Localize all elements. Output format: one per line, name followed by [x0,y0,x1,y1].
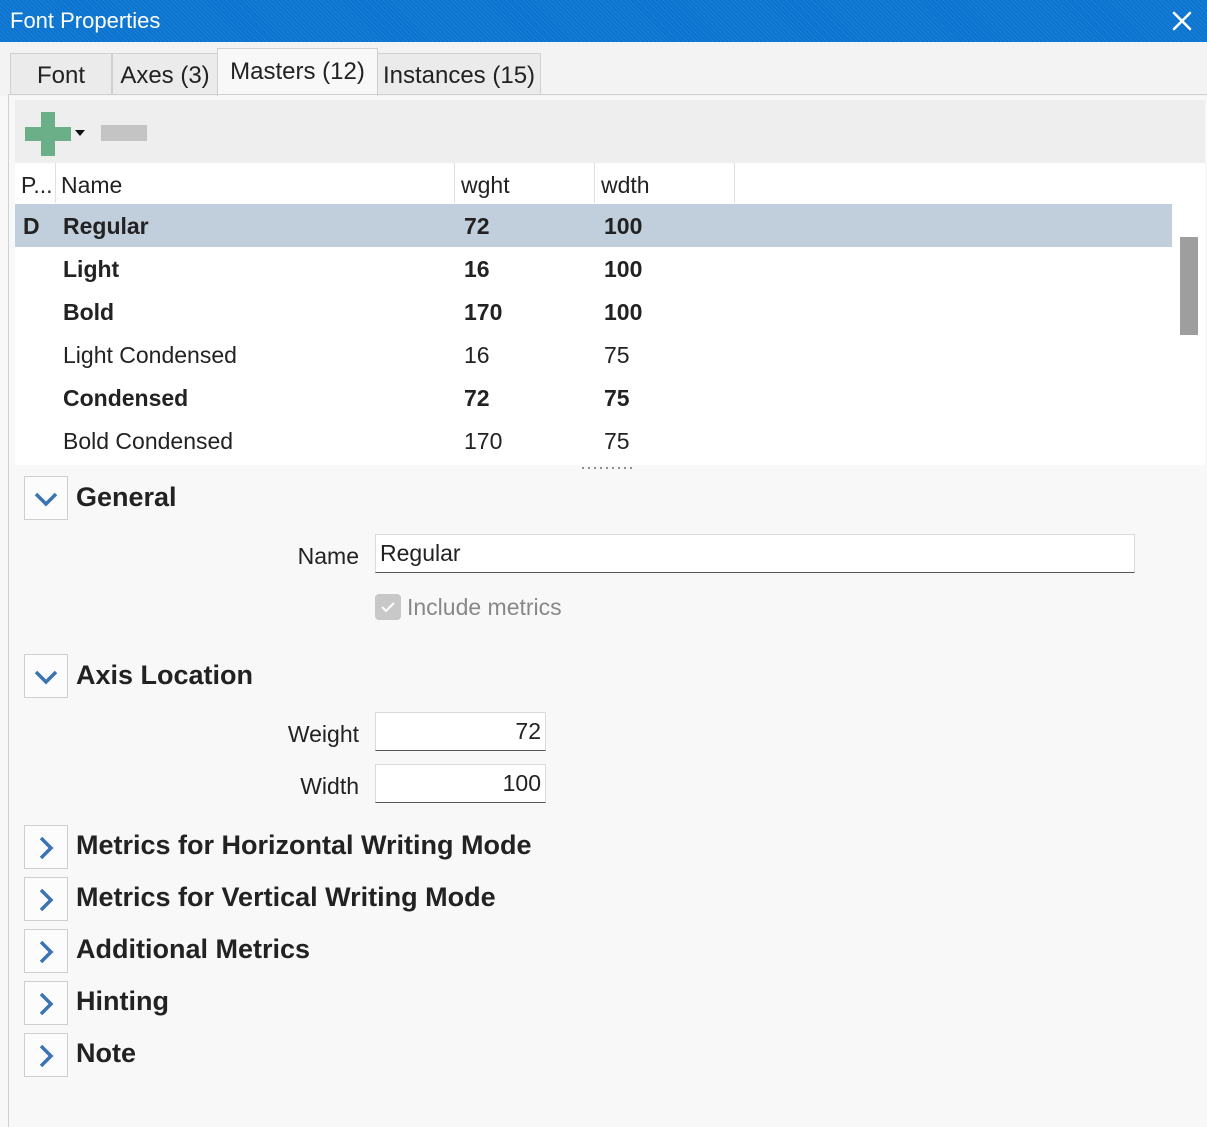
general-expander[interactable] [24,476,68,520]
hinting-expander[interactable] [24,981,68,1025]
chevron-down-icon [34,670,58,685]
weight-label: Weight [287,721,359,747]
axis-location-expander[interactable] [24,654,68,698]
width-field[interactable] [375,764,546,803]
table-scrollbar[interactable] [1180,237,1198,335]
row-wght: 16 [464,342,490,368]
row-wght: 170 [464,428,503,454]
tab-instances[interactable]: Instances (15) [377,53,541,95]
chevron-right-icon [39,836,54,860]
checkmark-icon [381,602,395,613]
column-header-primary[interactable]: P... [15,163,55,203]
row-name: Light [63,256,120,282]
row-name: Light Condensed [63,342,237,368]
column-separator [734,163,735,203]
close-icon [1172,11,1192,31]
name-field[interactable] [375,534,1135,573]
chevron-right-icon [39,1044,54,1068]
tab-font[interactable]: Font [10,53,112,95]
chevron-right-icon [39,940,54,964]
row-name: Regular [63,213,149,239]
table-row[interactable]: Condensed 72 75 [15,376,1172,419]
masters-table: P... Name wght wdth D Regular 72 100 Lig… [15,163,1205,471]
weight-field[interactable] [375,712,546,751]
panel-border [8,94,9,1127]
horizontal-metrics-section-title: Metrics for Horizontal Writing Mode [76,830,532,860]
name-label: Name [297,543,359,569]
include-metrics-checkbox[interactable] [375,594,401,620]
minus-icon[interactable] [101,125,147,141]
chevron-right-icon [39,888,54,912]
row-name: Bold Condensed [63,428,234,454]
column-header-name[interactable]: Name [55,163,454,203]
dropdown-caret-icon[interactable] [74,129,86,137]
plus-icon[interactable] [25,112,71,156]
table-row[interactable]: Bold Condensed 170 75 [15,419,1172,462]
masters-toolbar [15,100,1205,163]
vertical-metrics-expander[interactable] [24,877,68,921]
window-title: Font Properties [10,8,161,33]
tab-axes[interactable]: Axes (3) [112,53,218,95]
table-row[interactable]: Light 16 100 [15,247,1172,290]
table-row[interactable]: D Regular 72 100 [15,204,1172,247]
tab-strip: Font Axes (3) Masters (12) Instances (15… [0,42,1207,96]
chevron-right-icon [39,992,54,1016]
include-metrics-label: Include metrics [407,594,562,620]
row-primary-flag: D [23,213,40,239]
row-wght: 72 [464,385,490,411]
note-section-title: Note [76,1038,136,1068]
width-label: Width [300,773,359,799]
vertical-metrics-section-title: Metrics for Vertical Writing Mode [76,882,496,912]
general-section-title: General [76,482,177,512]
row-wdth: 75 [604,385,630,411]
row-wdth: 75 [604,428,630,454]
table-row[interactable]: Light Condensed 16 75 [15,333,1172,376]
splitter-handle[interactable] [580,465,634,471]
row-wdth: 100 [604,256,643,282]
row-wdth: 100 [604,299,643,325]
note-expander[interactable] [24,1033,68,1077]
row-wght: 170 [464,299,503,325]
horizontal-metrics-expander[interactable] [24,825,68,869]
hinting-section-title: Hinting [76,986,169,1016]
row-name: Condensed [63,385,189,411]
title-bar: Font Properties [0,0,1207,42]
row-wdth: 100 [604,213,643,239]
row-wdth: 75 [604,342,630,368]
additional-metrics-section-title: Additional Metrics [76,934,311,964]
column-header-wdth[interactable]: wdth [595,163,734,203]
table-row[interactable]: Bold 170 100 [15,290,1172,333]
column-header-wght[interactable]: wght [455,163,594,203]
row-wght: 16 [464,256,490,282]
row-name: Bold [63,299,115,325]
chevron-down-icon [34,492,58,507]
tab-masters[interactable]: Masters (12) [217,48,378,96]
axis-location-section-title: Axis Location [76,660,254,690]
row-wght: 72 [464,213,490,239]
tab-divider [8,94,1207,95]
additional-metrics-expander[interactable] [24,929,68,973]
close-button[interactable] [1165,4,1199,38]
